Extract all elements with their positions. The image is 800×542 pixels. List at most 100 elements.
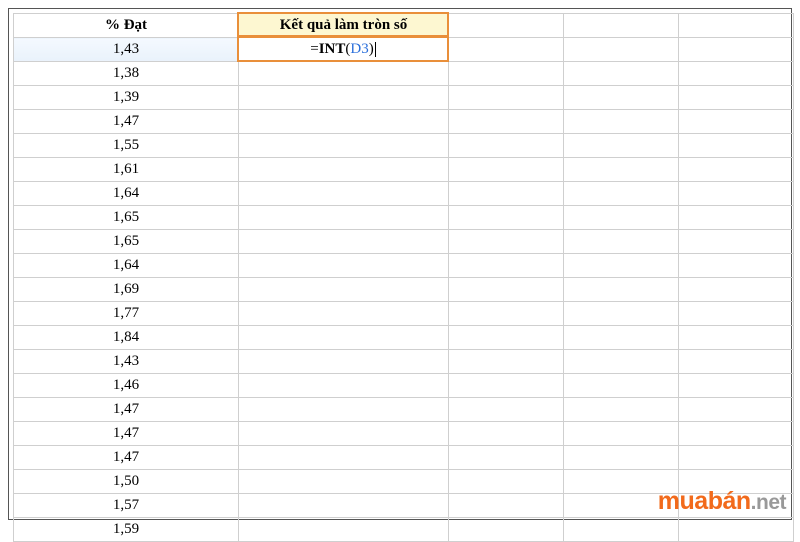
cell-empty[interactable]	[679, 110, 794, 134]
cell-empty[interactable]	[239, 398, 449, 422]
cell-empty[interactable]	[679, 86, 794, 110]
cell-empty[interactable]	[449, 38, 564, 62]
cell-empty[interactable]	[239, 470, 449, 494]
cell-empty[interactable]	[239, 326, 449, 350]
cell-empty[interactable]	[679, 134, 794, 158]
cell-empty[interactable]	[564, 134, 679, 158]
cell-empty[interactable]	[564, 422, 679, 446]
cell-empty[interactable]	[564, 158, 679, 182]
cell-empty[interactable]	[564, 350, 679, 374]
cell-empty[interactable]	[239, 86, 449, 110]
cell-empty[interactable]	[564, 398, 679, 422]
value-cell[interactable]: 1,47	[14, 422, 239, 446]
cell-empty[interactable]	[564, 518, 679, 542]
value-cell[interactable]: 1,59	[14, 518, 239, 542]
value-cell[interactable]: 1,47	[14, 446, 239, 470]
cell-empty[interactable]	[449, 14, 564, 38]
value-cell[interactable]: 1,46	[14, 374, 239, 398]
cell-empty[interactable]	[239, 230, 449, 254]
cell-empty[interactable]	[239, 134, 449, 158]
cell-empty[interactable]	[449, 230, 564, 254]
value-cell[interactable]: 1,65	[14, 230, 239, 254]
cell-empty[interactable]	[679, 518, 794, 542]
value-cell[interactable]: 1,38	[14, 62, 239, 86]
cell-empty[interactable]	[239, 302, 449, 326]
cell-empty[interactable]	[239, 278, 449, 302]
cell-empty[interactable]	[564, 62, 679, 86]
cell-empty[interactable]	[449, 326, 564, 350]
cell-empty[interactable]	[564, 374, 679, 398]
cell-empty[interactable]	[679, 230, 794, 254]
grid[interactable]: % Đạt Kết quả làm tròn số 1,431,381,391,…	[13, 13, 794, 542]
cell-empty[interactable]	[679, 422, 794, 446]
cell-empty[interactable]	[564, 446, 679, 470]
cell-empty[interactable]	[449, 86, 564, 110]
cell-empty[interactable]	[449, 302, 564, 326]
cell-empty[interactable]	[239, 206, 449, 230]
value-cell[interactable]: 1,39	[14, 86, 239, 110]
cell-empty[interactable]	[679, 278, 794, 302]
cell-empty[interactable]	[449, 134, 564, 158]
value-cell[interactable]: 1,43	[14, 350, 239, 374]
value-cell[interactable]: 1,61	[14, 158, 239, 182]
cell-empty[interactable]	[564, 326, 679, 350]
cell-empty[interactable]	[564, 182, 679, 206]
cell-empty[interactable]	[679, 446, 794, 470]
cell-empty[interactable]	[679, 158, 794, 182]
cell-empty[interactable]	[679, 14, 794, 38]
value-cell[interactable]: 1,55	[14, 134, 239, 158]
value-cell[interactable]: 1,57	[14, 494, 239, 518]
cell-empty[interactable]	[239, 254, 449, 278]
cell-empty[interactable]	[679, 38, 794, 62]
cell-empty[interactable]	[449, 446, 564, 470]
cell-empty[interactable]	[679, 62, 794, 86]
cell-empty[interactable]	[239, 374, 449, 398]
cell-empty[interactable]	[449, 494, 564, 518]
cell-empty[interactable]	[679, 182, 794, 206]
cell-empty[interactable]	[679, 398, 794, 422]
formula-cell[interactable]: =INT(D3)	[237, 36, 449, 62]
cell-empty[interactable]	[449, 470, 564, 494]
value-cell[interactable]: 1,47	[14, 398, 239, 422]
cell-empty[interactable]	[564, 86, 679, 110]
cell-empty[interactable]	[449, 182, 564, 206]
cell-empty[interactable]	[449, 350, 564, 374]
cell-empty[interactable]	[449, 518, 564, 542]
cell-empty[interactable]	[239, 446, 449, 470]
cell-empty[interactable]	[239, 494, 449, 518]
cell-empty[interactable]	[449, 422, 564, 446]
value-cell[interactable]: 1,50	[14, 470, 239, 494]
value-cell[interactable]: 1,65	[14, 206, 239, 230]
value-cell[interactable]: 1,64	[14, 182, 239, 206]
cell-empty[interactable]	[449, 254, 564, 278]
cell-empty[interactable]	[679, 374, 794, 398]
cell-empty[interactable]	[679, 302, 794, 326]
cell-empty[interactable]	[564, 110, 679, 134]
cell-empty[interactable]	[449, 374, 564, 398]
value-cell[interactable]: 1,64	[14, 254, 239, 278]
cell-empty[interactable]	[564, 278, 679, 302]
cell-empty[interactable]	[449, 158, 564, 182]
cell-empty[interactable]	[679, 254, 794, 278]
cell-empty[interactable]	[564, 230, 679, 254]
cell-empty[interactable]	[564, 14, 679, 38]
cell-empty[interactable]	[239, 110, 449, 134]
value-cell[interactable]: 1,47	[14, 110, 239, 134]
header-percent-dat[interactable]: % Đạt	[14, 14, 239, 38]
cell-empty[interactable]	[679, 350, 794, 374]
cell-empty[interactable]	[239, 62, 449, 86]
cell-empty[interactable]	[564, 254, 679, 278]
cell-empty[interactable]	[449, 110, 564, 134]
spreadsheet[interactable]: % Đạt Kết quả làm tròn số 1,431,381,391,…	[13, 13, 793, 542]
value-cell[interactable]: 1,84	[14, 326, 239, 350]
value-cell[interactable]: 1,77	[14, 302, 239, 326]
cell-empty[interactable]	[449, 278, 564, 302]
value-cell[interactable]: 1,43	[14, 38, 239, 62]
cell-empty[interactable]	[239, 422, 449, 446]
cell-empty[interactable]	[679, 326, 794, 350]
cell-empty[interactable]	[239, 182, 449, 206]
cell-empty[interactable]	[239, 158, 449, 182]
cell-empty[interactable]	[449, 398, 564, 422]
cell-empty[interactable]	[679, 206, 794, 230]
cell-empty[interactable]	[564, 302, 679, 326]
